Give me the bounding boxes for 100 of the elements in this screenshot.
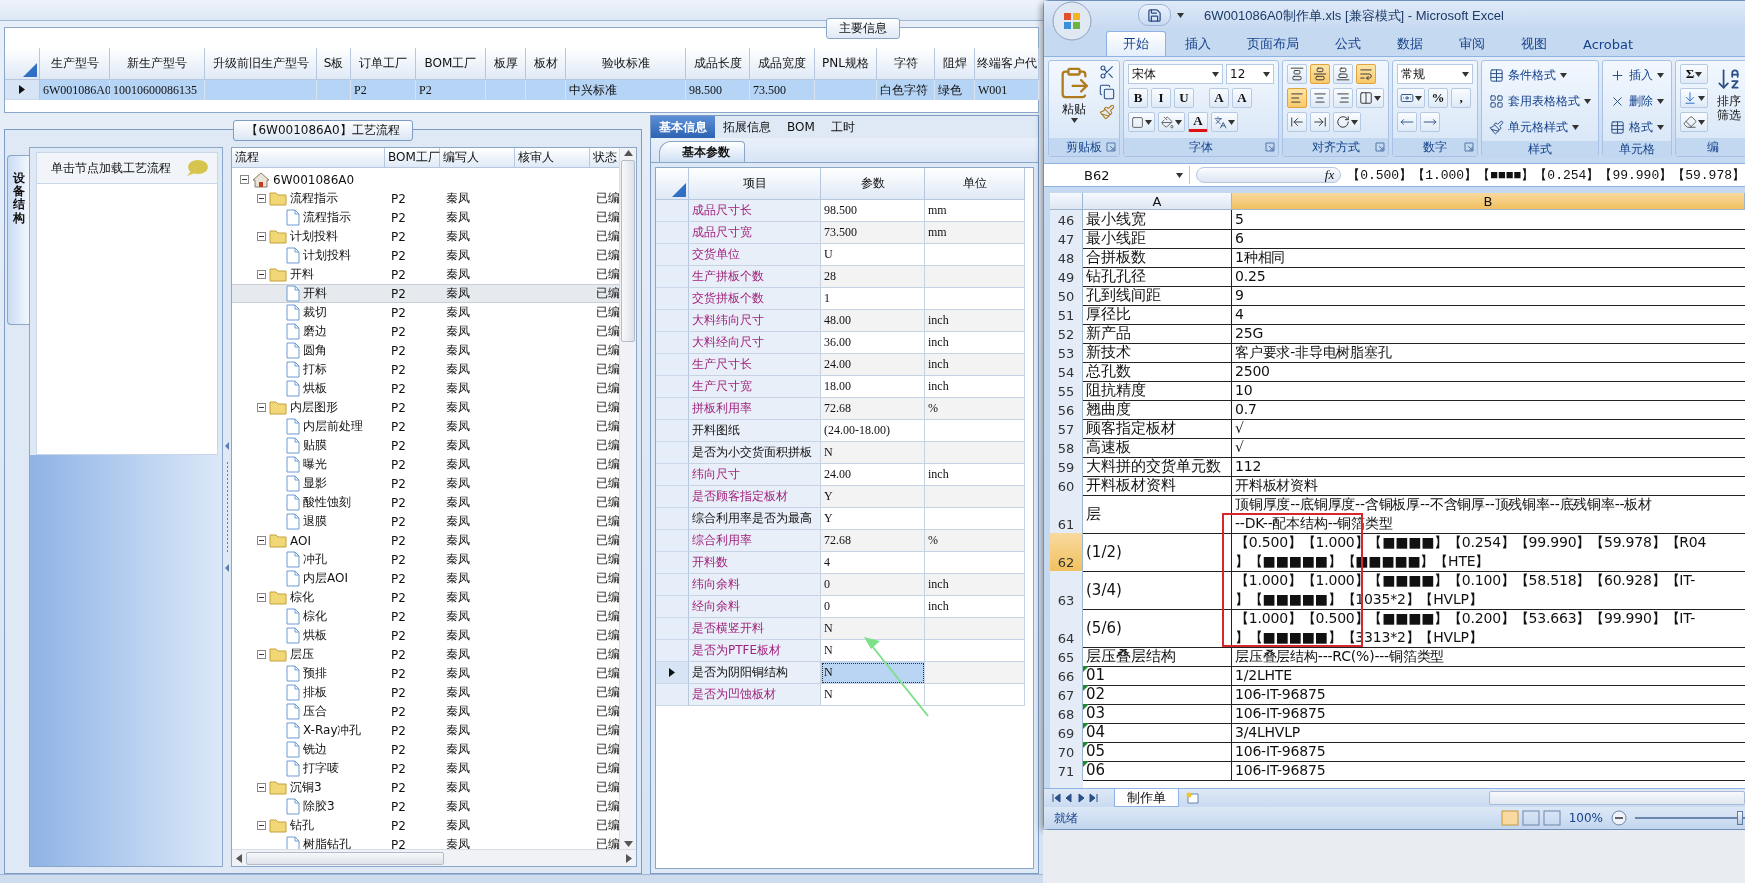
tree-row[interactable]: 计划投料 P2 秦凤 已编 (232, 227, 619, 246)
row-number[interactable]: 63 (1050, 571, 1083, 610)
name-box[interactable]: B62 (1044, 166, 1191, 184)
tree-node-label[interactable]: 贴膜 (303, 437, 327, 454)
parameter-value[interactable]: 0 (821, 574, 925, 596)
tree-node-label[interactable]: 预排 (303, 665, 327, 682)
sheet-cell[interactable]: 06 (1083, 761, 1232, 781)
sheet-cell[interactable]: 顾客指定板材 (1083, 419, 1232, 439)
sheet-cell[interactable]: 10 (1232, 381, 1745, 401)
format-button[interactable]: B (1128, 88, 1148, 108)
sheet-cell[interactable]: 最小线宽 (1083, 210, 1232, 230)
tree-row[interactable]: 打标 P2 秦凤 已编 (232, 360, 619, 379)
tree-node-label[interactable]: 退膜 (303, 513, 327, 530)
tree-row[interactable]: 酸性蚀刻 P2 秦凤 已编 (232, 493, 619, 512)
menu-button[interactable]: 插入 (1607, 64, 1667, 86)
column-header[interactable]: 字符 (877, 48, 935, 80)
sheet-cell[interactable]: 层压叠层结构---RC(%)---铜箔类型 (1232, 647, 1745, 667)
tab[interactable]: 基本信息 (651, 116, 715, 138)
column-header[interactable]: 状态 (590, 148, 619, 168)
column-header[interactable]: 项目 (689, 168, 821, 200)
sheet-cell[interactable]: (5/6) (1083, 609, 1232, 648)
tree-row[interactable]: 排板 P2 秦凤 已编 (232, 683, 619, 702)
tree-row[interactable]: 棕化 P2 秦凤 已编 (232, 588, 619, 607)
tree-row[interactable]: 钻孔 P2 秦凤 已编 (232, 816, 619, 835)
tree-row[interactable]: 烘板 P2 秦凤 已编 (232, 379, 619, 398)
view-buttons-icon[interactable] (1500, 810, 1561, 826)
collapse-icon[interactable] (257, 194, 266, 203)
tab[interactable]: BOM (779, 116, 823, 138)
tree-node-label[interactable]: 树脂钻孔 (303, 836, 351, 849)
parameter-value[interactable]: N (821, 640, 925, 662)
tree-row[interactable]: 磨边 P2 秦凤 已编 (232, 322, 619, 341)
column-header[interactable]: 终端客户代 (975, 48, 1039, 80)
number-format-select[interactable]: 常规 (1397, 64, 1473, 84)
sheet-cell[interactable]: 翘曲度 (1083, 400, 1232, 420)
row-header[interactable] (656, 662, 689, 684)
row-number[interactable]: 58 (1050, 438, 1083, 458)
sheet-cell[interactable]: 106-IT-96875 (1232, 761, 1745, 781)
horizontal-scrollbar[interactable] (232, 849, 636, 866)
sheet-cell[interactable]: 0.7 (1232, 400, 1745, 420)
column-header[interactable]: 板材 (526, 48, 566, 80)
column-header[interactable]: 生产型号 (40, 48, 110, 80)
ribbon-tab[interactable]: 审阅 (1442, 31, 1502, 56)
tree-node-label[interactable]: 铣边 (303, 741, 327, 758)
tree-node-label[interactable]: 除胶3 (303, 798, 335, 815)
vertical-align-button[interactable] (1287, 64, 1307, 84)
tree-row[interactable]: 预排 P2 秦凤 已编 (232, 664, 619, 683)
tree-row[interactable]: 退膜 P2 秦凤 已编 (232, 512, 619, 531)
parameter-value[interactable]: 72.68 (821, 398, 925, 420)
tree-row[interactable]: 烘板 P2 秦凤 已编 (232, 626, 619, 645)
tree-row[interactable]: 内层图形 P2 秦凤 已编 (232, 398, 619, 417)
sheet-cell[interactable]: 客户要求-非导电树脂塞孔 (1232, 343, 1745, 363)
parameter-value[interactable]: 18.00 (821, 376, 925, 398)
clear-button[interactable] (1680, 112, 1708, 132)
font-size-select[interactable]: 12 (1226, 64, 1274, 84)
ribbon-tab[interactable]: Acrobat (1566, 31, 1651, 56)
sheet-cell[interactable]: 层压叠层结构 (1083, 647, 1232, 667)
row-header[interactable] (5, 80, 40, 100)
tree-row[interactable]: 内层前处理 P2 秦凤 已编 (232, 417, 619, 436)
sheet-cell[interactable]: (3/4) (1083, 571, 1232, 610)
sheet-cell[interactable]: 6 (1232, 229, 1745, 249)
tree-row[interactable]: 除胶3 P2 秦凤 已编 (232, 797, 619, 816)
parameter-value[interactable]: 24.00 (821, 354, 925, 376)
sheet-cell[interactable]: 大料拼的交货单元数 (1083, 457, 1232, 477)
vertical-align-button[interactable] (1310, 64, 1330, 84)
tree-row[interactable]: 计划投料 P2 秦凤 已编 (232, 246, 619, 265)
sheet-cell[interactable]: 层 (1083, 495, 1232, 534)
row-number[interactable]: 49 (1050, 267, 1083, 287)
tree-row[interactable]: 显影 P2 秦凤 已编 (232, 474, 619, 493)
sheet-cell[interactable]: 9 (1232, 286, 1745, 306)
fx-button[interactable]: fx (1196, 167, 1342, 183)
currency-button[interactable] (1397, 88, 1425, 108)
menu-button[interactable]: 单元格样式 (1486, 116, 1594, 138)
format-button[interactable]: I (1151, 88, 1171, 108)
sheet-cell[interactable]: 0.25 (1232, 267, 1745, 287)
row-number[interactable]: 51 (1050, 305, 1083, 325)
tree-node-label[interactable]: 曝光 (303, 456, 327, 473)
tree-node-label[interactable]: 裁切 (303, 304, 327, 321)
menu-button[interactable]: 套用表格格式 (1486, 90, 1594, 112)
scroll-left-icon[interactable] (236, 853, 242, 863)
tree-node-label[interactable]: AOI (290, 533, 311, 548)
ribbon-tab[interactable]: 数据 (1380, 31, 1440, 56)
sheet-cell[interactable]: 02 (1083, 685, 1232, 705)
column-header[interactable]: 编写人 (440, 148, 515, 168)
column-header[interactable]: A (1083, 193, 1232, 210)
menu-button[interactable]: 删除 (1607, 90, 1667, 112)
column-header[interactable]: S板 (317, 48, 351, 80)
collapse-icon[interactable] (257, 821, 266, 830)
tab[interactable]: 拓展信息 (715, 116, 779, 138)
select-all-corner[interactable] (1050, 193, 1083, 210)
ribbon-tab[interactable]: 公式 (1318, 31, 1378, 56)
column-header[interactable]: 阻焊 (935, 48, 975, 80)
font-color-button[interactable]: A (1188, 112, 1208, 132)
row-number[interactable]: 70 (1050, 742, 1083, 762)
tree-node-label[interactable]: 内层图形 (290, 399, 338, 416)
collapse-icon[interactable] (257, 650, 266, 659)
save-icon[interactable] (1147, 7, 1162, 23)
row-number[interactable]: 50 (1050, 286, 1083, 306)
sheet-cell[interactable]: 106-IT-96875 (1232, 685, 1745, 705)
row-number[interactable]: 69 (1050, 723, 1083, 743)
tree-row[interactable]: X-Ray冲孔 P2 秦凤 已编 (232, 721, 619, 740)
